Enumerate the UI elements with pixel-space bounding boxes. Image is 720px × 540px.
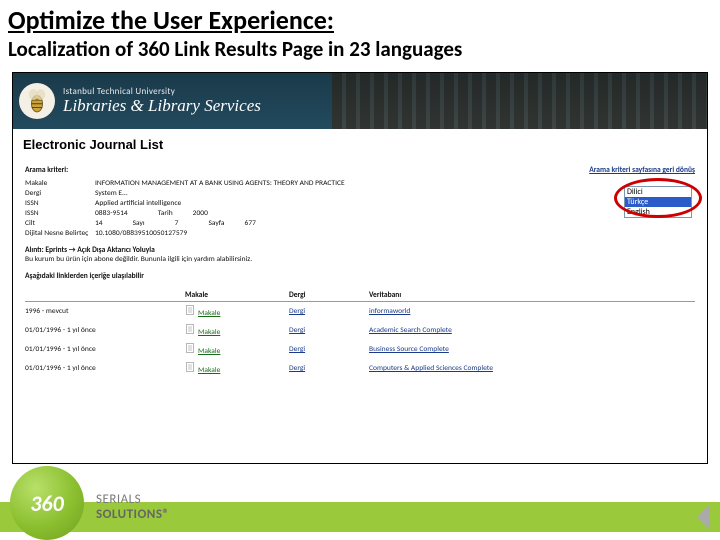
link-row: 1996 - mevcut Makale Dergi informaworld [25,302,695,321]
journal-link[interactable]: Dergi [289,307,305,316]
banner-left: Istanbul Technical University Libraries … [13,73,332,129]
tarih-label: Tarih [158,209,173,218]
banner-photo [332,73,707,129]
field-value: Applied artificial intelligence [95,199,695,208]
journal-link[interactable]: Dergi [289,345,305,354]
chevron-icon [692,504,710,530]
article-link[interactable]: Makale [198,309,220,318]
university-name: Istanbul Technical University [63,87,261,97]
note-body: Bu kurum bu ürün için abone değildir. Bu… [25,255,695,264]
brand-serials: SERIALS [96,492,141,507]
field-value: System E... [95,189,695,198]
field-value: 10.1080/08839510050127579 [95,229,695,238]
field-value: INFORMATION MANAGEMENT AT A BANK USING A… [95,179,695,188]
database-link[interactable]: informaworld [369,307,410,316]
field-label: Makale [25,179,95,188]
sayfa-value: 677 [245,219,256,228]
note-block: Alıntı: Eprints → Açık Dışa Aktarıcı Yol… [25,246,695,264]
database-link[interactable]: Business Source Complete [369,345,449,354]
row-date: 01/01/1996 - 1 yıl önce [25,326,185,335]
ejl-heading: Electronic Journal List [13,129,707,166]
slide-subtitle: Localization of 360 Link Results Page in… [0,36,720,68]
sayi-value: 7 [175,219,179,228]
sayi-label: Sayı [133,219,145,228]
library-banner: Istanbul Technical University Libraries … [13,73,707,129]
content-area: Arama kriteri: Arama kriteri sayfasına g… [13,166,707,378]
screenshot-frame: Istanbul Technical University Libraries … [12,72,708,464]
document-icon [185,362,195,372]
highlight-ellipse [614,178,702,218]
col-article: Makale [185,291,289,300]
field-label: ISSN [25,199,95,208]
serials-solutions-logo: SERIALS SOLUTIONS® 360 [96,492,194,522]
bee-logo [19,83,55,119]
journal-link[interactable]: Dergi [289,326,305,335]
tarih-value: 2000 [193,209,208,218]
field-value: 14 Sayı 7 Sayfa 677 [95,219,695,228]
brand-solutions: SOLUTIONS® [96,507,170,522]
library-name: Libraries & Library Services [63,97,261,116]
row-date: 1996 - mevcut [25,307,185,316]
row-date: 01/01/1996 - 1 yıl önce [25,345,185,354]
link-rows: 1996 - mevcut Makale Dergi informaworld 01/0… [25,302,695,378]
article-link[interactable]: Makale [198,366,220,375]
database-link[interactable]: Computers & Applied Sciences Complete [369,364,493,373]
issn-value: 0883-9514 [95,209,128,218]
link-row: 01/01/1996 - 1 yıl önce Makale Dergi Busine… [25,340,695,359]
links-heading: Aşağıdaki linklerden içeriğe ulaşılabili… [25,272,695,281]
journal-link[interactable]: Dergi [289,364,305,373]
sayfa-label: Sayfa [208,219,224,228]
criteria-fields: MakaleINFORMATION MANAGEMENT AT A BANK U… [25,179,695,238]
field-label: ISSN [25,209,95,218]
col-db: Veritabanı [369,291,695,300]
field-label: Dijital Nesne Belirteç [25,229,95,238]
slide-title: Optimize the User Experience: [0,0,720,36]
document-icon [185,343,195,353]
col-date [25,291,185,300]
field-label: Dergi [25,189,95,198]
banner-text: Istanbul Technical University Libraries … [63,87,261,116]
back-to-search-link[interactable]: Arama kriteri sayfasına geri dönüş [589,166,695,175]
field-value: 0883-9514 Tarih 2000 [95,209,695,218]
search-criteria-label: Arama kriteri: [25,166,68,175]
article-link[interactable]: Makale [198,347,220,356]
link-row: 01/01/1996 - 1 yıl önce Makale Dergi Academ… [25,321,695,340]
document-icon [185,324,195,334]
brand-360: 360 [173,507,194,522]
link-table-header: Makale Dergi Veritabanı [25,291,695,302]
slide-footer: 360 SERIALS SOLUTIONS® 360 [0,470,720,540]
link-row: 01/01/1996 - 1 yıl önce Makale Dergi Comput… [25,359,695,378]
badge-360: 360 [10,466,84,540]
database-link[interactable]: Academic Search Complete [369,326,452,335]
field-label: Cilt [25,219,95,228]
row-date: 01/01/1996 - 1 yıl önce [25,364,185,373]
note-title: Alıntı: Eprints → Açık Dışa Aktarıcı Yol… [25,246,695,255]
cilt-value: 14 [95,219,103,228]
article-link[interactable]: Makale [198,328,220,337]
document-icon [185,305,195,315]
col-journal: Dergi [289,291,369,300]
